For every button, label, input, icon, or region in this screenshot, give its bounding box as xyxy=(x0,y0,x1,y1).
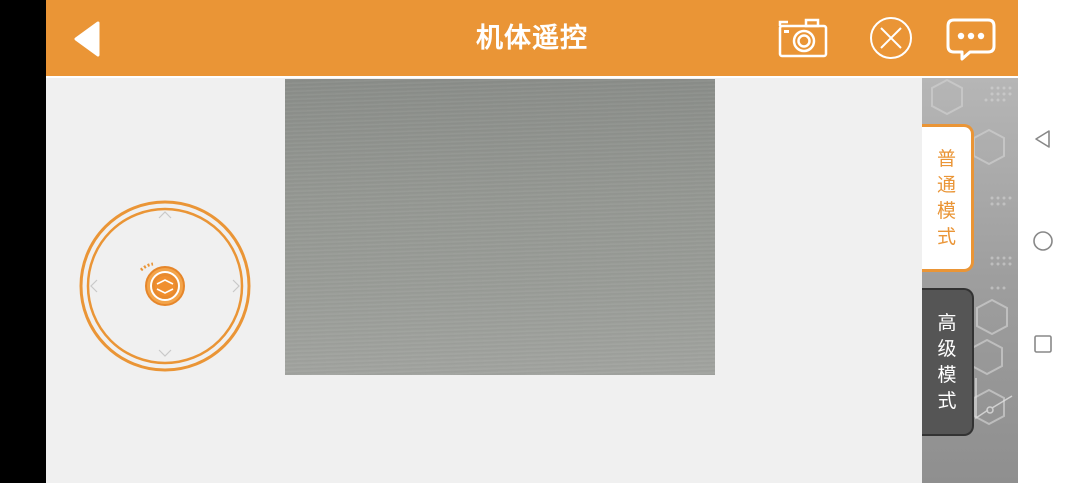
normal-mode-char: 普 xyxy=(936,148,956,170)
chat-bubble-icon xyxy=(946,18,996,61)
normal-mode-char: 模 xyxy=(936,200,956,222)
close-button[interactable] xyxy=(864,14,918,62)
back-arrow-icon xyxy=(74,21,100,57)
normal-mode-char: 式 xyxy=(936,226,956,248)
app-window: 机体遥控 普 通 模 式 高 级 模 式 xyxy=(46,0,1018,483)
square-recent-icon xyxy=(1034,335,1052,353)
circle-home-icon xyxy=(1033,231,1053,251)
advanced-mode-tab[interactable]: 高 级 模 式 xyxy=(922,288,974,436)
nav-back-button[interactable] xyxy=(1032,128,1054,150)
advanced-mode-char: 高 xyxy=(937,312,957,334)
advanced-mode-char: 级 xyxy=(937,338,957,360)
normal-mode-char: 通 xyxy=(936,174,956,196)
nav-recent-button[interactable] xyxy=(1032,333,1054,355)
back-button[interactable] xyxy=(70,20,102,58)
advanced-mode-char: 式 xyxy=(937,390,957,412)
joystick-ring xyxy=(79,200,251,372)
camera-icon xyxy=(778,18,828,58)
joystick-control[interactable] xyxy=(79,200,251,372)
screen: 机体遥控 普 通 模 式 高 级 模 式 xyxy=(0,0,1068,483)
chat-button[interactable] xyxy=(944,14,998,62)
up-chevron-icon xyxy=(158,211,172,219)
triangle-back-icon xyxy=(1035,130,1050,148)
close-circle-icon xyxy=(870,17,912,59)
system-nav-bar xyxy=(1018,0,1068,483)
header-bar: 机体遥控 xyxy=(46,0,1018,76)
header-divider xyxy=(46,76,1018,78)
right-chevron-icon xyxy=(232,279,240,293)
joystick-knob-icon[interactable] xyxy=(139,262,185,306)
left-chevron-icon xyxy=(90,279,98,293)
video-feed xyxy=(285,79,715,375)
left-black-strip xyxy=(0,0,46,483)
nav-home-button[interactable] xyxy=(1032,230,1054,252)
mode-side-panel: 普 通 模 式 高 级 模 式 xyxy=(922,78,1018,483)
camera-button[interactable] xyxy=(776,14,830,62)
normal-mode-tab[interactable]: 普 通 模 式 xyxy=(922,124,974,272)
down-chevron-icon xyxy=(158,349,172,357)
advanced-mode-char: 模 xyxy=(937,364,957,386)
